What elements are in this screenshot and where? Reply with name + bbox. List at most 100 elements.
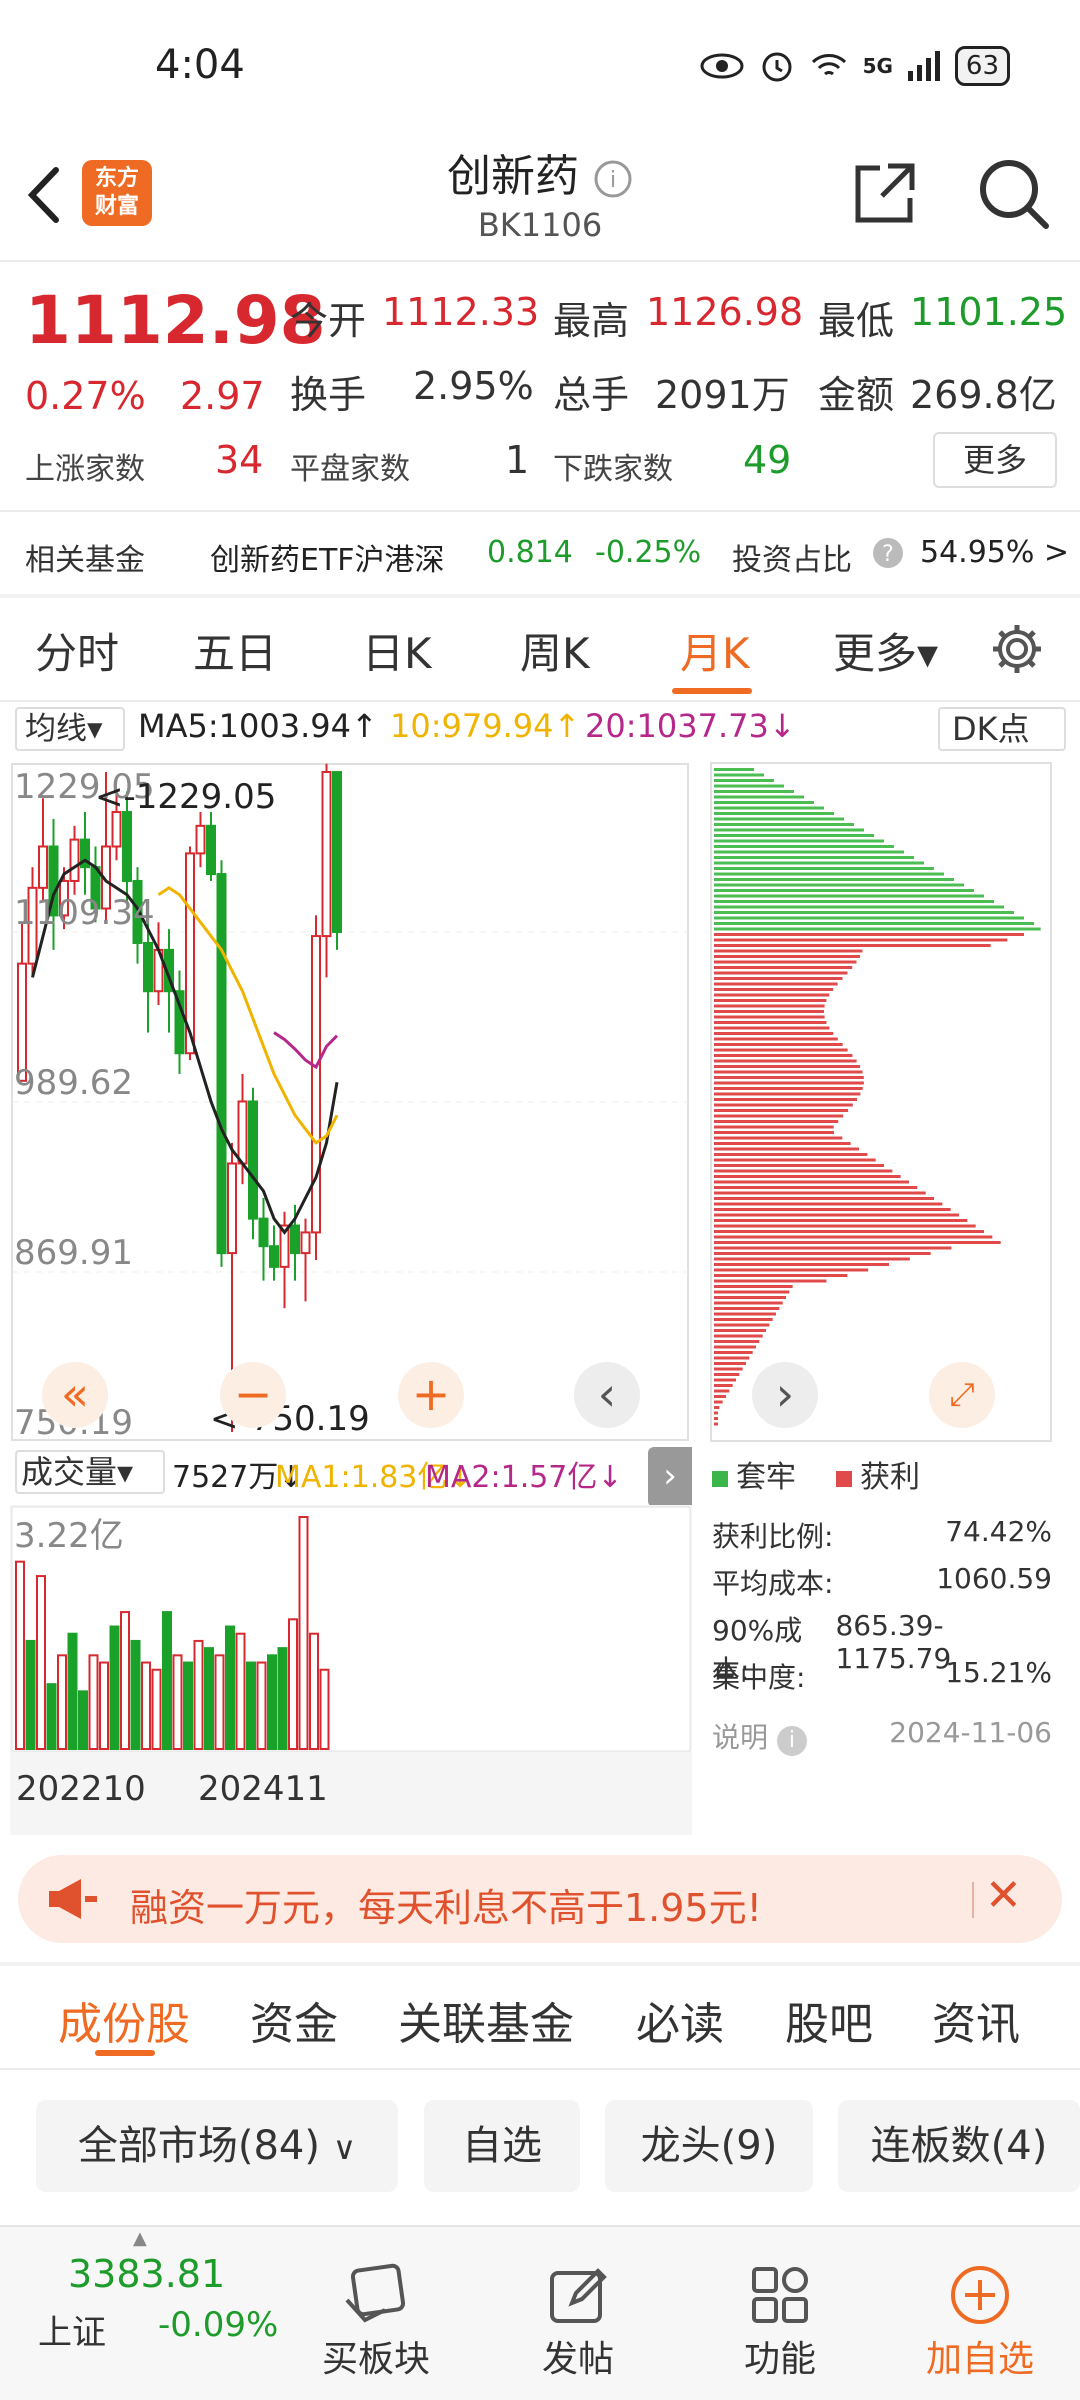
more-button[interactable]: 更多 <box>933 432 1057 488</box>
tab-related-funds[interactable]: 关联基金 <box>398 1988 574 2052</box>
chip-bar <box>714 845 894 848</box>
settings-gear-icon[interactable] <box>990 622 1044 676</box>
chip-bar <box>714 828 864 832</box>
index-value[interactable]: 3383.81 <box>68 2252 225 2296</box>
network-label: 5G <box>862 54 893 78</box>
chip-bar <box>714 1142 851 1145</box>
chip-bar <box>714 938 1008 942</box>
status-icons: 5G 63 <box>699 46 1010 86</box>
chevron-down-icon: ∨ <box>332 2129 357 2167</box>
chip-bar <box>714 1246 952 1250</box>
index-pct[interactable]: -0.09% <box>158 2305 278 2345</box>
divider <box>0 700 1080 702</box>
filter-consecutive[interactable]: 连板数(4) <box>838 2100 1080 2192</box>
ratio-value[interactable]: 54.95% > <box>920 535 1069 570</box>
chip-bar <box>714 916 1024 920</box>
candle-body <box>227 1162 237 1255</box>
volume-ma2: MA2:1.57亿↓ <box>425 1460 623 1495</box>
up-count-label: 上涨家数 <box>25 452 145 487</box>
tab-news[interactable]: 资讯 <box>932 1988 1020 2052</box>
kline-chart[interactable]: 1229.05 1109.34 989.62 869.91 750.19 <-1… <box>10 762 690 1442</box>
chip-bar <box>714 1158 876 1162</box>
volume-bar <box>151 1668 162 1751</box>
expand-panel-button[interactable]: › <box>648 1447 692 1507</box>
ylabel-3: 869.91 <box>14 1233 133 1273</box>
chip-bar <box>714 1010 825 1013</box>
chip-bar <box>714 817 844 821</box>
volume-bar <box>67 1632 78 1750</box>
volume-chart[interactable]: 3.22亿 202210 202411 <box>10 1505 692 1835</box>
share-icon[interactable] <box>852 160 918 226</box>
tab-monthly-k[interactable]: 月K <box>680 620 750 681</box>
tab-constituents[interactable]: 成份股 <box>58 1988 190 2052</box>
fund-name[interactable]: 创新药ETF沪港深 <box>210 535 445 579</box>
divider <box>0 2068 1080 2070</box>
add-circle-icon <box>951 2266 1009 2324</box>
change-value: 2.97 <box>180 374 265 418</box>
chip-bar <box>714 1378 736 1382</box>
chip-bar <box>714 1411 718 1415</box>
ylabel-2: 989.62 <box>14 1063 133 1103</box>
dk-button[interactable]: DK点 <box>938 707 1066 751</box>
chip-bar <box>714 1191 926 1195</box>
chip-bar <box>714 1356 750 1360</box>
nav-functions[interactable]: 功能 <box>700 2260 860 2382</box>
zoom-in-icon[interactable]: + <box>398 1362 464 1428</box>
filter-leaders[interactable]: 龙头(9) <box>605 2100 813 2192</box>
volume-bar <box>141 1661 151 1750</box>
divider <box>0 1962 1080 1966</box>
filter-watchlist[interactable]: 自选 <box>424 2100 580 2192</box>
search-icon[interactable] <box>975 155 1051 231</box>
help-icon[interactable]: ? <box>871 536 905 570</box>
chip-bar <box>714 790 794 793</box>
low-label: 最低 <box>818 299 895 343</box>
close-icon[interactable]: ✕ <box>985 1870 1022 1921</box>
fund-price: 0.814 <box>487 535 573 570</box>
chevron-right-icon[interactable]: › <box>752 1362 818 1428</box>
tab-intraday[interactable]: 分时 <box>35 620 119 681</box>
chip-bar <box>714 1329 766 1332</box>
down-count: 49 <box>743 438 792 482</box>
zoom-out-icon[interactable]: − <box>220 1362 286 1428</box>
open-value: 1112.33 <box>382 290 540 334</box>
chip-bar <box>714 1367 743 1371</box>
chip-bar <box>714 982 838 986</box>
promo-text[interactable]: 融资一万元，每天利息不高于1.95元! <box>130 1877 762 1932</box>
index-name[interactable]: 上证 <box>38 2305 106 2354</box>
nav-add-watchlist[interactable]: 加自选 <box>900 2260 1060 2382</box>
chip-bar <box>714 999 827 1002</box>
tab-must-read[interactable]: 必读 <box>636 1988 724 2052</box>
chip-bar <box>714 1345 756 1349</box>
chip-bar <box>714 927 1041 931</box>
rewind-icon[interactable]: « <box>42 1362 108 1428</box>
tab-funds-flow[interactable]: 资金 <box>250 1988 338 2052</box>
chip-bar <box>714 834 874 837</box>
tab-weekly-k[interactable]: 周K <box>520 620 590 681</box>
candle-body <box>69 838 80 882</box>
candle-body <box>332 771 342 933</box>
chip-bar <box>714 1334 763 1338</box>
candle-body <box>311 935 321 1234</box>
candle-body <box>300 1231 311 1255</box>
chip-bar <box>714 1422 718 1426</box>
fullscreen-icon[interactable]: ⤢ <box>929 1362 995 1428</box>
tab-forum[interactable]: 股吧 <box>785 1988 873 2052</box>
chip-bar <box>714 1384 733 1387</box>
chip-bar <box>714 795 804 799</box>
low-value: 1101.25 <box>910 290 1068 334</box>
chip-bar <box>714 1081 864 1085</box>
turnover-label: 换手 <box>290 373 367 417</box>
tab-more[interactable]: 更多▾ <box>833 620 938 681</box>
tab-five-day[interactable]: 五日 <box>193 620 277 681</box>
note-row[interactable]: 说明 i 2024-11-06 <box>712 1716 1052 1756</box>
chip-bar <box>714 773 764 777</box>
filter-all-markets[interactable]: 全部市场(84) ∨ <box>36 2100 398 2192</box>
nav-post[interactable]: 发帖 <box>498 2260 658 2382</box>
ma-selector[interactable]: 均线▾ <box>15 707 125 751</box>
grid-icon <box>752 2267 808 2323</box>
nav-buy-sector[interactable]: 买板块 <box>296 2260 456 2382</box>
info-icon[interactable]: i <box>593 159 633 199</box>
volume-indicator-selector[interactable]: 成交量▾ <box>15 1450 165 1494</box>
tab-daily-k[interactable]: 日K <box>362 620 432 681</box>
chevron-left-icon[interactable]: ‹ <box>574 1362 640 1428</box>
